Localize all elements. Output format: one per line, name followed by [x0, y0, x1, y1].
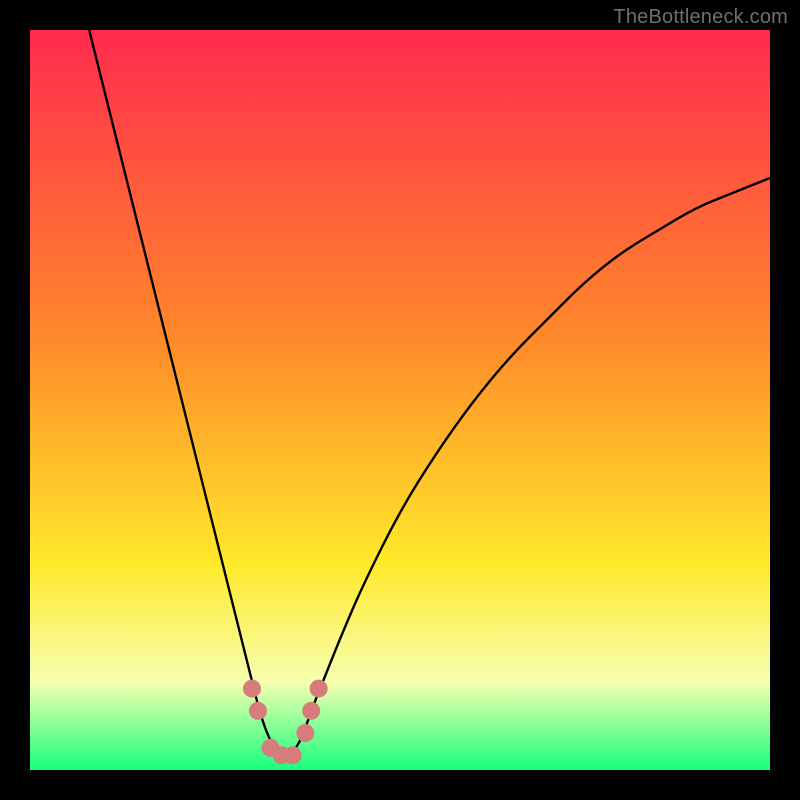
highlight-marker [310, 680, 328, 698]
highlight-marker [249, 702, 267, 720]
plot-area [30, 30, 770, 770]
highlight-marker [296, 724, 314, 742]
highlight-marker [284, 746, 302, 764]
watermark-text: TheBottleneck.com [613, 6, 788, 29]
highlight-marker [302, 702, 320, 720]
highlight-marker [243, 680, 261, 698]
bottleneck-curve [89, 30, 770, 755]
outer-frame: TheBottleneck.com [0, 0, 800, 800]
highlight-markers [243, 680, 328, 765]
curve-layer [30, 30, 770, 770]
